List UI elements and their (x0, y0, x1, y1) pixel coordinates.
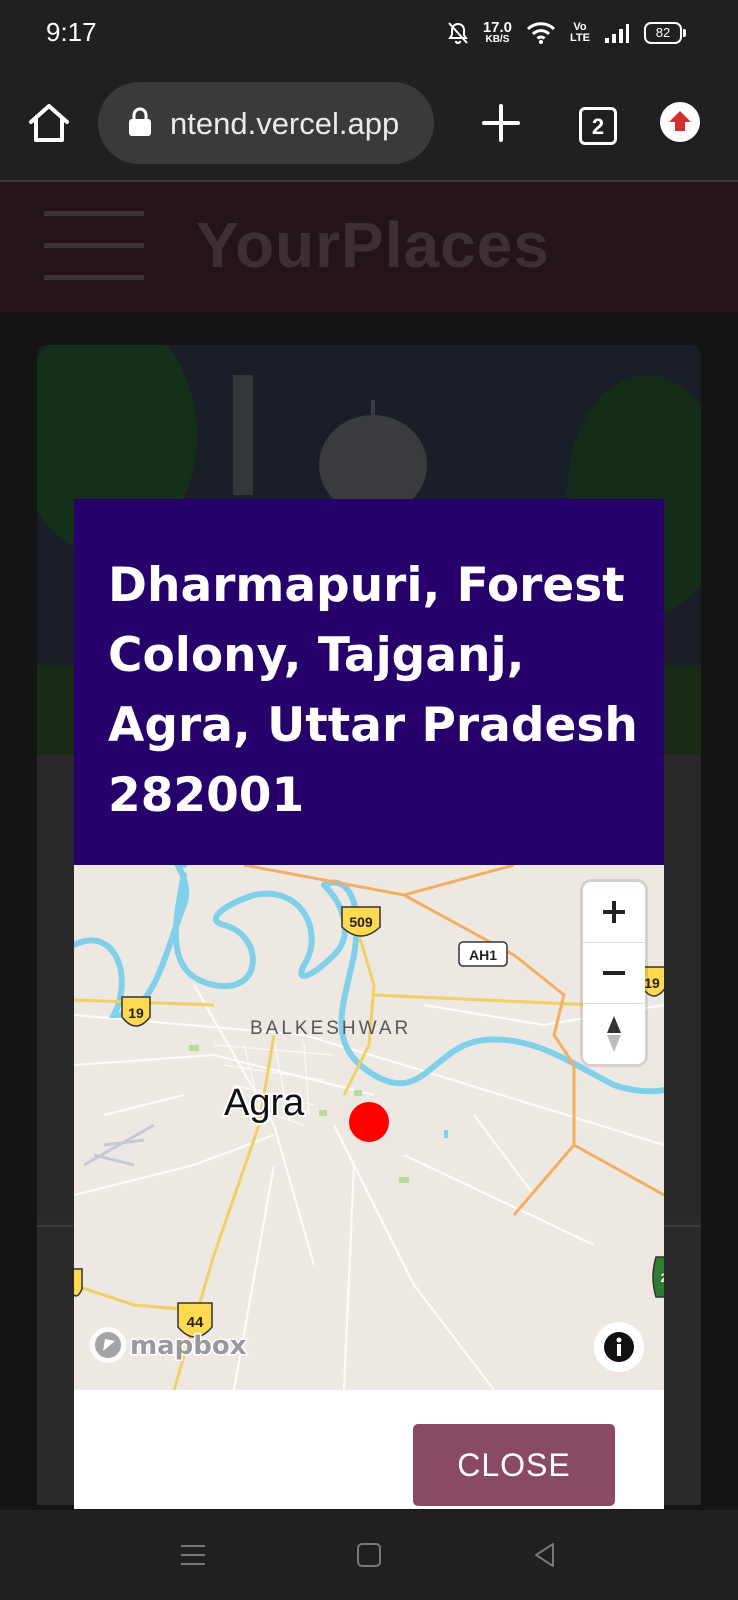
home-square-glyph (357, 1543, 381, 1567)
mapbox-logo-graphic: mapbox (90, 1327, 248, 1363)
road-shield-ah1: AH1 (458, 941, 508, 967)
app-title[interactable]: YourPlaces (196, 208, 550, 282)
tab-switcher-icon[interactable]: 2 (579, 107, 617, 145)
info-icon[interactable] (594, 1322, 644, 1372)
map-zoom-controls (583, 882, 645, 1064)
road-shield-partial-left (74, 1268, 83, 1297)
system-nav-bar (0, 1510, 738, 1600)
map-view[interactable]: 509 AH1 19 19 44 2 (74, 865, 664, 1390)
svg-text:mapbox: mapbox (130, 1331, 247, 1361)
close-button[interactable]: CLOSE (413, 1424, 615, 1506)
net-speed-unit: KB/S (485, 34, 510, 45)
status-time: 9:17 (46, 17, 97, 47)
back-glyph (535, 1543, 554, 1567)
hamburger-icon-line (44, 243, 144, 248)
map-canvas[interactable]: 509 AH1 19 19 44 2 (74, 865, 664, 1390)
map-modal: Dharmapuri, Forest Colony, Tajganj, Agra… (74, 499, 664, 1509)
location-marker[interactable] (349, 1102, 389, 1142)
modal-header: Dharmapuri, Forest Colony, Tajganj, Agra… (74, 499, 664, 865)
hamburger-icon[interactable] (44, 211, 144, 216)
volte-bottom: LTE (570, 32, 590, 44)
hamburger-icon-line (44, 275, 144, 280)
url-text: ntend.vercel.app (170, 106, 400, 141)
back-triangle-icon[interactable] (505, 1510, 585, 1600)
compass-icon[interactable] (583, 1004, 645, 1064)
modal-title: Dharmapuri, Forest Colony, Tajganj, Agra… (108, 558, 638, 823)
map-area-label: BALKESHWAR (250, 1018, 411, 1039)
mapbox-logo[interactable]: mapbox (86, 1321, 266, 1374)
status-bar: 9:17 17.0 KB/S Vo LTE 82 (0, 0, 738, 66)
zoom-in-icon[interactable] (583, 882, 645, 942)
update-icon[interactable] (660, 102, 700, 142)
road-shield-19-left: 19 (121, 996, 151, 1027)
svg-text:19: 19 (644, 975, 660, 991)
road-shield-19-right: 19 (641, 966, 664, 997)
home-square-icon[interactable] (329, 1510, 409, 1600)
home-icon[interactable] (26, 100, 72, 146)
update-arrow (669, 111, 691, 131)
info-glyph (604, 1332, 634, 1362)
svg-text:19: 19 (128, 1005, 144, 1021)
menu-icon[interactable] (153, 1510, 233, 1600)
svg-text:2: 2 (661, 1271, 664, 1285)
menu-glyph (181, 1545, 205, 1565)
svg-text:509: 509 (349, 914, 373, 930)
net-speed-value: 17.0 (482, 19, 513, 36)
road-shield-509: 509 (341, 906, 381, 937)
volte-icon: Vo LTE (570, 22, 590, 44)
map-city-label: Agra (224, 1082, 305, 1124)
lock-icon (129, 107, 151, 136)
signal-icon (605, 24, 629, 43)
address-bar[interactable]: ntend.vercel.app (98, 82, 434, 164)
zoom-out-icon[interactable] (583, 943, 645, 1003)
net-speed: 17.0 KB/S (482, 19, 513, 45)
road-shield-2: 2 (652, 1256, 664, 1298)
svg-text:AH1: AH1 (469, 947, 497, 963)
battery-level: 82 (655, 25, 671, 40)
wifi-icon (526, 22, 556, 44)
status-icons: 17.0 KB/S Vo LTE 82 (447, 18, 686, 48)
plus-icon[interactable] (478, 100, 524, 146)
battery-icon: 82 (644, 22, 686, 44)
bell-mute-icon (447, 22, 468, 45)
